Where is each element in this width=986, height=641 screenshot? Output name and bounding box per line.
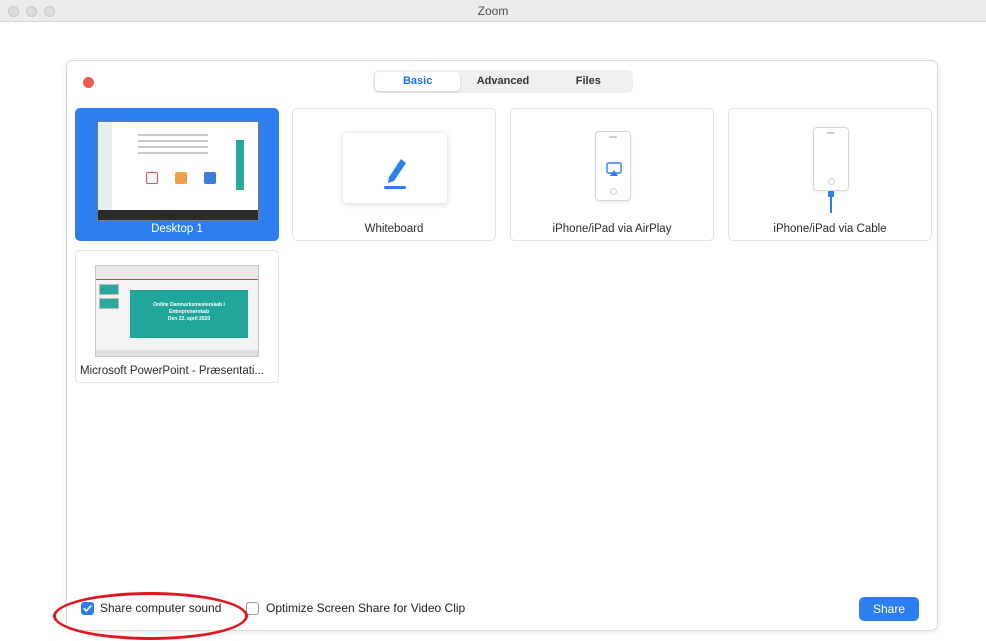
tab-advanced[interactable]: Advanced [460,72,545,91]
share-options-bar: Share computer sound Optimize Screen Sha… [67,590,937,630]
share-sound-checkbox[interactable] [81,602,94,615]
source-label: iPhone/iPad via Cable [773,223,887,235]
share-button[interactable]: Share [859,597,919,621]
window-title: Zoom [477,4,509,18]
source-iphone-cable[interactable]: iPhone/iPad via Cable [728,108,932,241]
share-screen-panel: Basic Advanced Files Desktop 1 Whiteboar… [66,60,938,631]
desktop-thumbnail [97,121,259,221]
iphone-device-icon [813,127,849,191]
source-desktop-1[interactable]: Desktop 1 [75,108,279,241]
optimize-video-label[interactable]: Optimize Screen Share for Video Clip [266,601,465,615]
checkmark-icon [83,605,92,612]
source-iphone-airplay[interactable]: iPhone/iPad via AirPlay [510,108,714,241]
slide-preview: Online Danmarksmesterskab i Entreprenørs… [130,290,248,338]
pencil-icon [384,159,406,189]
source-label: iPhone/iPad via AirPlay [552,223,672,235]
source-label: Microsoft PowerPoint - Præsentati... [80,365,265,377]
share-tabs: Basic Advanced Files [373,70,633,93]
window-titlebar: Zoom [0,0,986,22]
source-whiteboard[interactable]: Whiteboard [292,108,496,241]
tab-basic[interactable]: Basic [375,72,461,91]
share-sound-label[interactable]: Share computer sound [100,601,221,615]
close-dialog-button[interactable] [83,77,94,88]
whiteboard-preview [343,133,447,203]
tab-files[interactable]: Files [546,72,631,91]
powerpoint-thumbnail: Online Danmarksmesterskab i Entreprenørs… [95,265,259,357]
source-label: Desktop 1 [151,223,203,235]
source-label: Whiteboard [364,223,424,235]
source-powerpoint-window[interactable]: Online Danmarksmesterskab i Entreprenørs… [75,250,279,383]
optimize-video-checkbox[interactable] [246,602,259,615]
iphone-device-icon [595,131,631,201]
